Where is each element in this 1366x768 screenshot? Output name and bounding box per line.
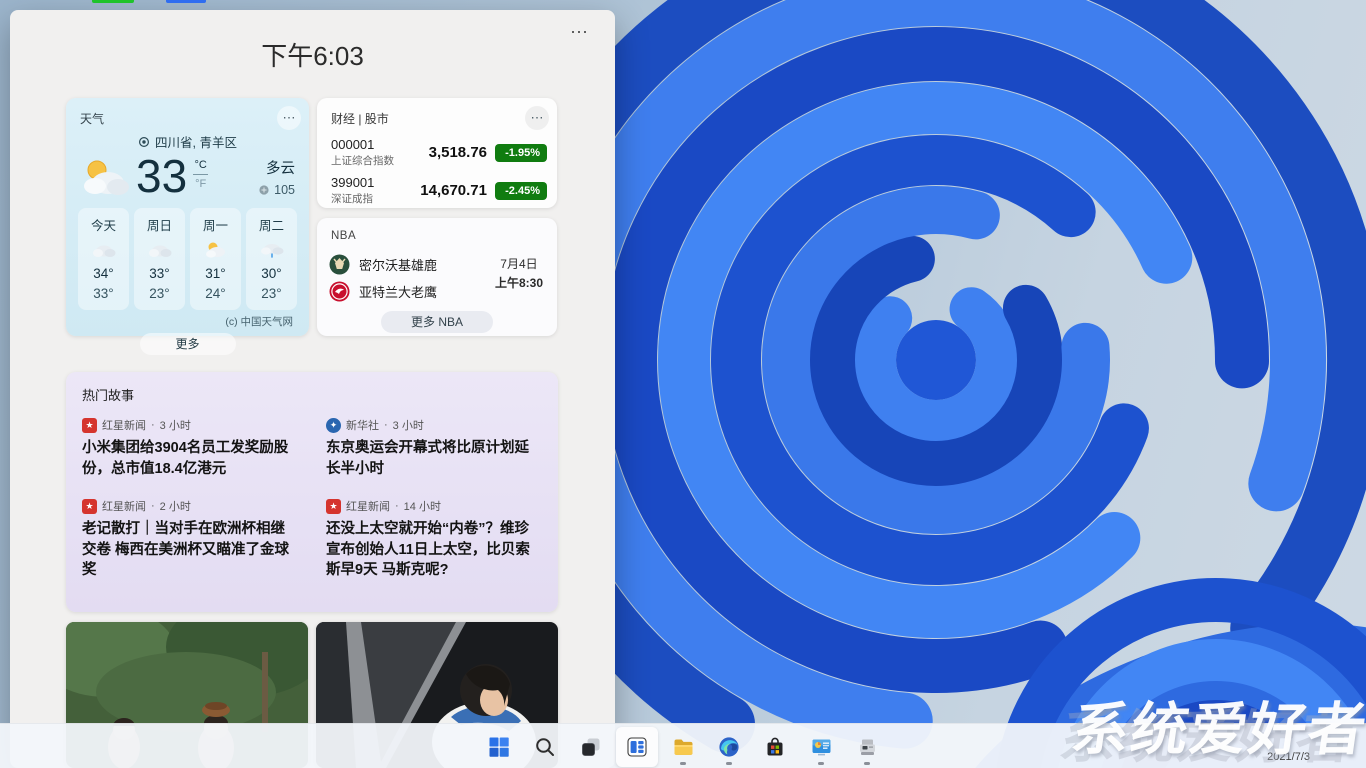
media-app-button[interactable] bbox=[800, 727, 842, 767]
news-item[interactable]: ✦ 新华社 · 3 小时 东京奥运会开幕式将比原计划延长半小时 bbox=[326, 417, 542, 479]
panel-clock: 下午6:03 bbox=[10, 36, 615, 73]
news-item[interactable]: ★ 红星新闻 · 14 小时 还没上太空就开始“内卷”？维珍宣布创始人11日上太… bbox=[326, 498, 542, 581]
weather-source: (c) 中国天气网 bbox=[66, 310, 309, 329]
hongxing-news-icon: ★ bbox=[82, 418, 97, 433]
widgets-button[interactable] bbox=[616, 727, 658, 767]
panel-more-button[interactable]: ⋯ bbox=[570, 22, 589, 43]
news-meta: ★ 红星新闻 · 2 小时 bbox=[82, 498, 298, 514]
hawks-logo-icon bbox=[329, 281, 350, 302]
running-indicator bbox=[680, 762, 686, 765]
finance-title: 财经 | 股市 bbox=[317, 98, 557, 127]
news-headline[interactable]: 还没上太空就开始“内卷”？维珍宣布创始人11日上太空，比贝索斯早9天 马斯克呢? bbox=[326, 519, 542, 581]
search-button[interactable] bbox=[524, 727, 566, 767]
forecast-row: 今天 34° 33° 周日 33° 23° 周一 bbox=[66, 199, 309, 310]
tray-date: 2021/7/3 bbox=[1267, 751, 1310, 763]
forecast-day[interactable]: 今天 34° 33° bbox=[78, 208, 129, 310]
forecast-day[interactable]: 周二 30° 23° bbox=[246, 208, 297, 310]
weather-title: 天气 bbox=[66, 98, 309, 127]
running-indicator bbox=[864, 762, 870, 765]
widgets-icon bbox=[626, 736, 648, 758]
fax-printer-button[interactable] bbox=[846, 727, 888, 767]
stock-change-badge: -1.95% bbox=[495, 144, 547, 162]
news-item[interactable]: ★ 红星新闻 · 2 小时 老记散打｜当对手在欧洲杯相继交卷 梅西在美洲杯又瞄准… bbox=[82, 498, 298, 581]
bucks-logo-icon bbox=[329, 254, 350, 275]
running-indicator bbox=[726, 762, 732, 765]
stock-code: 399001 bbox=[331, 175, 374, 190]
widgets-panel: 下午6:03 ⋯ 天气 ⋯ 四川省, 青羊区 33 °C °F bbox=[10, 10, 615, 768]
weather-widget[interactable]: 天气 ⋯ 四川省, 青羊区 33 °C °F 多 bbox=[66, 98, 309, 336]
aqi-value: 105 bbox=[274, 183, 295, 197]
finance-more-button[interactable]: ⋯ bbox=[525, 106, 549, 130]
team-name: 亚特兰大老鹰 bbox=[359, 282, 437, 301]
top-strip-blue bbox=[166, 0, 206, 3]
hongxing-news-icon: ★ bbox=[326, 499, 341, 514]
weather-location: 四川省, 青羊区 bbox=[155, 132, 237, 151]
stock-name: 深证成指 bbox=[331, 191, 374, 206]
windows-logo-icon bbox=[488, 736, 510, 758]
edge-icon bbox=[718, 736, 740, 758]
taskbar: 2021/7/3 bbox=[0, 723, 1366, 768]
stock-row[interactable]: 000001 上证综合指数 3,518.76 -1.95% bbox=[331, 137, 547, 168]
store-icon bbox=[764, 736, 786, 758]
folder-icon bbox=[672, 736, 695, 758]
forecast-day[interactable]: 周日 33° 23° bbox=[134, 208, 185, 310]
weather-more-link[interactable]: 更多 bbox=[140, 333, 236, 355]
unit-celsius[interactable]: °C bbox=[195, 159, 207, 171]
stock-row[interactable]: 399001 深证成指 14,670.71 -2.45% bbox=[331, 175, 547, 206]
wallpaper-bloom bbox=[556, 0, 1366, 768]
location-pin-icon bbox=[138, 136, 150, 148]
stock-code: 000001 bbox=[331, 137, 394, 152]
news-headline[interactable]: 小米集团给3904名员工发奖励股份，总市值18.4亿港元 bbox=[82, 438, 298, 479]
weather-condition: 多云 bbox=[258, 157, 295, 178]
partly-cloudy-icon bbox=[80, 157, 132, 197]
finance-widget[interactable]: 财经 | 股市 ⋯ 000001 上证综合指数 3,518.76 -1.95% … bbox=[317, 98, 557, 208]
news-meta: ★ 红星新闻 · 14 小时 bbox=[326, 498, 542, 514]
nba-title: NBA bbox=[317, 218, 557, 242]
partly-sunny-icon bbox=[203, 241, 229, 258]
news-item[interactable]: ★ 红星新闻 · 3 小时 小米集团给3904名员工发奖励股份，总市值18.4亿… bbox=[82, 417, 298, 479]
cloudy-icon bbox=[91, 241, 117, 258]
cloudy-icon bbox=[147, 241, 173, 258]
team-name: 密尔沃基雄鹿 bbox=[359, 255, 437, 274]
forecast-day[interactable]: 周一 31° 24° bbox=[190, 208, 241, 310]
temperature-value: 33 bbox=[136, 153, 187, 199]
store-button[interactable] bbox=[754, 727, 796, 767]
task-view-button[interactable] bbox=[570, 727, 612, 767]
search-icon bbox=[534, 736, 556, 758]
stock-value: 14,670.71 bbox=[420, 182, 487, 199]
nba-more-link[interactable]: 更多 NBA bbox=[381, 311, 493, 333]
news-meta: ✦ 新华社 · 3 小时 bbox=[326, 417, 542, 433]
news-headline[interactable]: 东京奥运会开幕式将比原计划延长半小时 bbox=[326, 438, 542, 479]
tray-clock[interactable]: 2021/7/3 bbox=[1267, 751, 1310, 763]
edge-button[interactable] bbox=[708, 727, 750, 767]
stock-name: 上证综合指数 bbox=[331, 153, 394, 168]
top-stories-title: 热门故事 bbox=[66, 372, 558, 404]
hongxing-news-icon: ★ bbox=[82, 499, 97, 514]
news-meta: ★ 红星新闻 · 3 小时 bbox=[82, 417, 298, 433]
task-view-icon bbox=[580, 736, 602, 758]
fax-printer-icon bbox=[856, 736, 878, 758]
stock-change-badge: -2.45% bbox=[495, 182, 547, 200]
nba-widget[interactable]: NBA 密尔沃基雄鹿 亚特兰大老鹰 7月4日 上午8 bbox=[317, 218, 557, 336]
weather-more-button[interactable]: ⋯ bbox=[277, 106, 301, 130]
top-stories-widget: 热门故事 ★ 红星新闻 · 3 小时 小米集团给3904名员工发奖励股份，总市值… bbox=[66, 372, 558, 612]
start-button[interactable] bbox=[478, 727, 520, 767]
stock-value: 3,518.76 bbox=[429, 144, 487, 161]
air-quality-icon bbox=[258, 184, 270, 196]
unit-divider bbox=[193, 174, 208, 175]
xinhua-news-icon: ✦ bbox=[326, 418, 341, 433]
file-explorer-button[interactable] bbox=[662, 727, 704, 767]
running-indicator bbox=[818, 762, 824, 765]
media-app-icon bbox=[810, 736, 833, 758]
game-time: 7月4日 上午8:30 bbox=[495, 255, 543, 291]
rain-icon bbox=[259, 241, 285, 258]
news-headline[interactable]: 老记散打｜当对手在欧洲杯相继交卷 梅西在美洲杯又瞄准了金球奖 bbox=[82, 519, 298, 581]
unit-fahrenheit[interactable]: °F bbox=[195, 178, 206, 190]
top-strip-green bbox=[92, 0, 134, 3]
